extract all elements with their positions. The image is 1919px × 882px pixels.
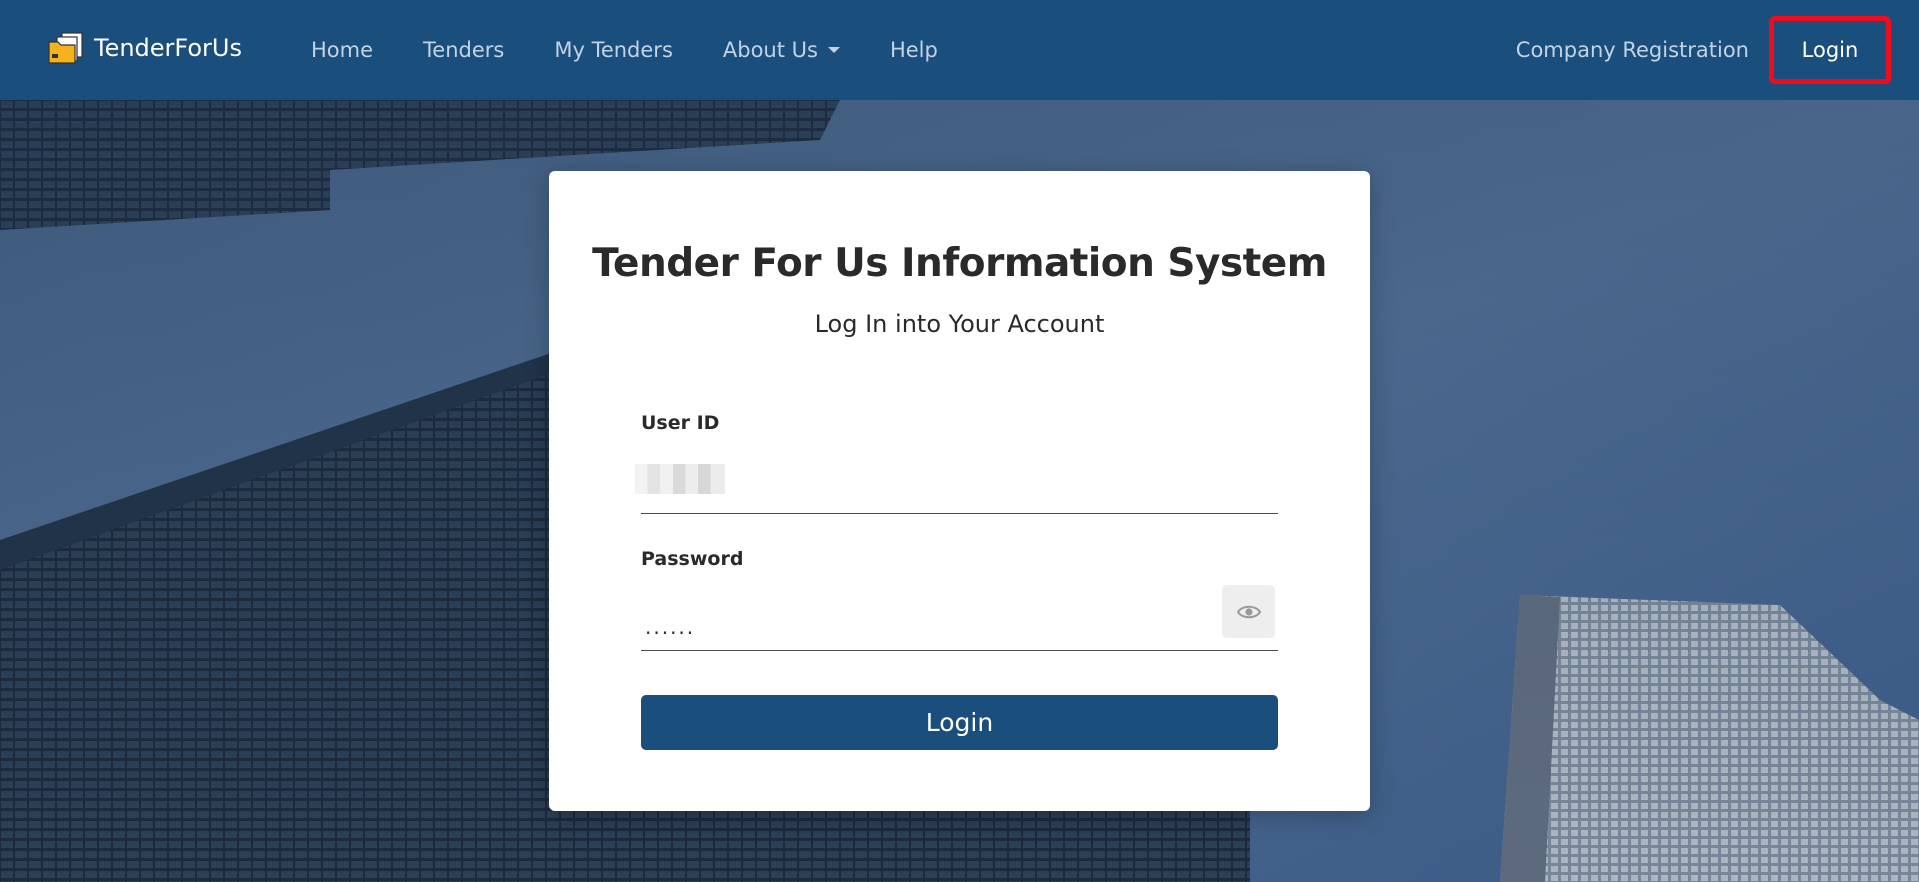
user-id-input[interactable] [641, 466, 1278, 514]
user-id-label: User ID [641, 412, 720, 434]
password-label: Password [641, 548, 744, 570]
password-input[interactable] [641, 603, 1278, 651]
nav-tenders[interactable]: Tenders [398, 38, 529, 62]
chevron-down-icon [827, 47, 840, 53]
nav-company-registration[interactable]: Company Registration [1496, 38, 1769, 62]
eye-icon [1236, 605, 1261, 618]
nav-login-button[interactable]: Login [1769, 16, 1891, 84]
nav-about-us-dropdown[interactable]: About Us [698, 38, 865, 62]
nav-help[interactable]: Help [865, 38, 963, 62]
nav-my-tenders[interactable]: My Tenders [529, 38, 698, 62]
nav-home[interactable]: Home [286, 38, 398, 62]
toggle-password-button[interactable] [1222, 585, 1275, 638]
brand-logo[interactable]: TenderForUs [48, 32, 242, 64]
login-card: Tender For Us Information System Log In … [549, 171, 1370, 811]
nav-links: Home Tenders My Tenders About Us Help [286, 0, 963, 100]
folder-icon [48, 32, 83, 64]
nav-right: Company Registration Login [1496, 0, 1919, 100]
user-id-redacted [635, 464, 725, 494]
navbar: TenderForUs Home Tenders My Tenders Abou… [0, 0, 1919, 100]
card-subtitle: Log In into Your Account [814, 310, 1105, 338]
card-title: Tender For Us Information System [592, 241, 1327, 286]
nav-about-us-label: About Us [722, 38, 818, 62]
brand-name: TenderForUs [94, 34, 242, 62]
login-submit-button[interactable]: Login [641, 695, 1278, 750]
